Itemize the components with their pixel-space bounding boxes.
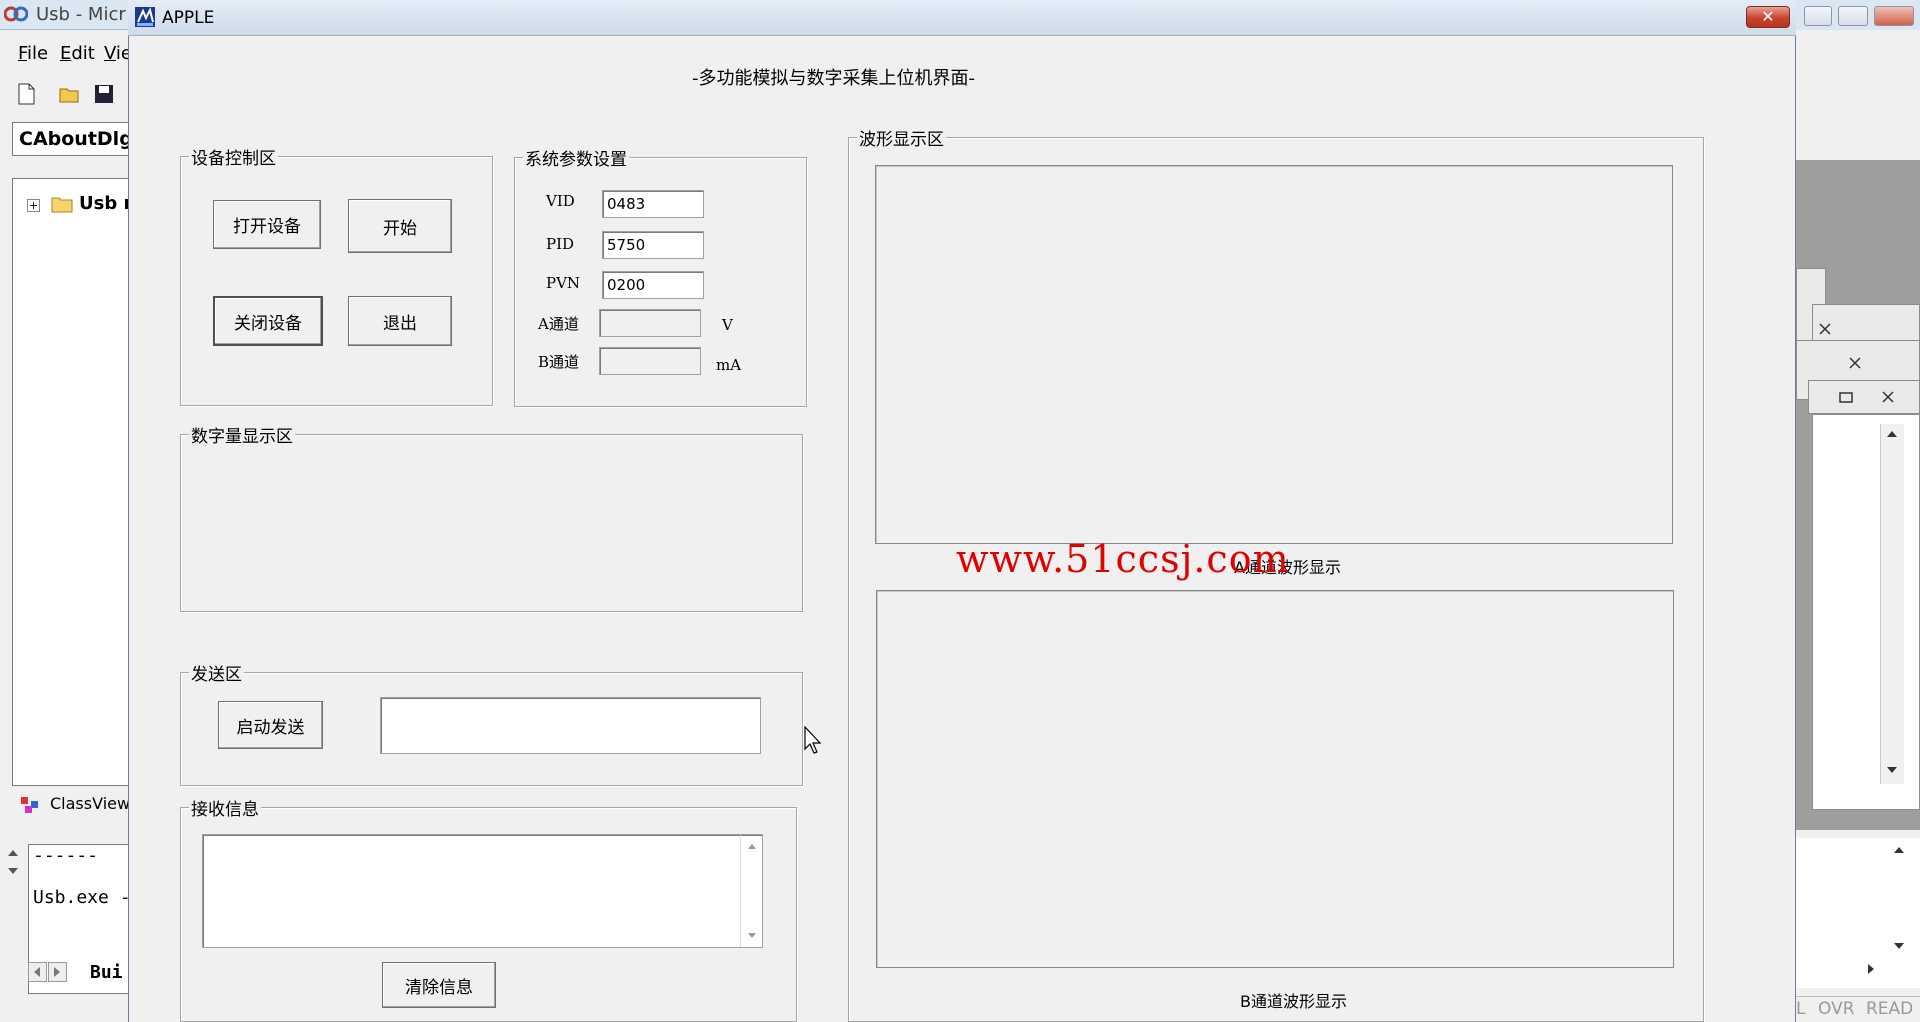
ide-restore-button[interactable] <box>1838 6 1868 26</box>
dialog-close-button[interactable]: ✕ <box>1746 6 1790 28</box>
folder-icon <box>51 197 73 213</box>
scroll-down-icon[interactable] <box>745 931 759 941</box>
tab-scroll-arrows-icon[interactable] <box>28 962 68 982</box>
tree-root-label[interactable]: Usb r <box>79 193 132 214</box>
receive-text-area[interactable] <box>202 834 763 948</box>
tree-expand-icon[interactable]: + <box>27 199 40 212</box>
b-channel-value-field[interactable] <box>599 347 701 375</box>
visual-studio-logo-icon <box>4 6 28 22</box>
start-button[interactable]: 开始 <box>348 199 452 253</box>
scroll-arrow-icon[interactable] <box>4 846 22 878</box>
main-heading: -多功能模拟与数字采集上位机界面- <box>692 68 975 89</box>
ide-statusbar: L OVR READ <box>1796 996 1920 1022</box>
mfc-app-icon <box>135 7 155 27</box>
send-label: 发送区 <box>189 660 244 685</box>
scroll-right-icon[interactable] <box>1864 962 1878 976</box>
ide-close-button[interactable] <box>1874 6 1914 26</box>
class-combo[interactable]: CAboutDlg <box>12 122 133 156</box>
pid-label: PID <box>546 235 575 253</box>
restore-icon[interactable] <box>1835 389 1857 405</box>
waveform-label: 波形显示区 <box>857 125 946 150</box>
output-line: Usb.exe - <box>33 887 131 908</box>
class-combo-value: CAboutDlg <box>19 128 133 150</box>
class-tree[interactable]: + Usb r <box>12 178 132 786</box>
watermark: www.51ccsj.com <box>956 537 1290 581</box>
scroll-up-icon[interactable] <box>745 841 759 851</box>
ide-titlebar-right <box>1796 0 1920 30</box>
pvn-input[interactable] <box>602 271 704 299</box>
dialog-title: APPLE <box>162 8 215 28</box>
a-channel-label: A通道 <box>538 315 579 333</box>
receive-label: 接收信息 <box>189 795 261 820</box>
scroll-up-icon[interactable] <box>1885 428 1899 440</box>
dialog-titlebar[interactable] <box>128 0 1796 36</box>
device-control-label: 设备控制区 <box>189 144 278 169</box>
open-folder-icon[interactable] <box>58 82 82 106</box>
classview-icon <box>21 797 38 813</box>
close-icon[interactable] <box>1877 389 1899 405</box>
vid-label: VID <box>546 192 575 210</box>
send-input[interactable] <box>380 697 761 754</box>
new-file-icon[interactable] <box>14 82 38 106</box>
pvn-label: PVN <box>546 274 581 292</box>
output-pane-right <box>1796 838 1920 988</box>
b-channel-plot <box>876 590 1674 968</box>
device-control-group: 设备控制区 <box>180 144 493 406</box>
system-params-label: 系统参数设置 <box>523 145 629 170</box>
a-channel-value-field[interactable] <box>599 309 701 337</box>
b-channel-caption: B通道波形显示 <box>1240 992 1347 1011</box>
output-tabs: Bui <box>28 958 128 988</box>
ide-toolbar <box>0 78 128 112</box>
menu-file[interactable]: File <box>18 43 48 64</box>
menu-edit[interactable]: Edit <box>60 43 95 64</box>
scroll-down-icon[interactable] <box>1885 764 1899 776</box>
mdi-vertical-scrollbar[interactable] <box>1880 424 1904 784</box>
digital-display-label: 数字量显示区 <box>189 422 295 447</box>
digital-display-group: 数字量显示区 <box>180 422 803 612</box>
status-ovr: OVR <box>1818 999 1855 1019</box>
save-icon[interactable] <box>92 82 116 106</box>
a-channel-unit: V <box>722 316 733 334</box>
classview-tab[interactable]: ClassView <box>12 790 131 820</box>
status-read: READ <box>1866 999 1914 1019</box>
b-channel-unit: mA <box>716 356 742 374</box>
ide-menubar: File Edit Vie <box>0 38 132 68</box>
pid-input[interactable] <box>602 231 704 259</box>
scroll-up-icon[interactable] <box>1892 844 1906 856</box>
classview-tab-label: ClassView <box>50 794 131 813</box>
exit-button[interactable]: 退出 <box>348 296 452 346</box>
output-tab-build[interactable]: Bui <box>90 962 123 983</box>
close-device-button[interactable]: 关闭设备 <box>213 296 323 346</box>
ide-minimize-button[interactable] <box>1804 6 1832 26</box>
b-channel-label: B通道 <box>538 353 580 371</box>
start-send-button[interactable]: 启动发送 <box>218 701 323 749</box>
status-line: L <box>1796 999 1806 1019</box>
scroll-down-icon[interactable] <box>1892 940 1906 952</box>
close-icon[interactable] <box>1815 321 1835 337</box>
receive-scrollbar[interactable] <box>740 835 762 947</box>
close-icon[interactable] <box>1845 355 1865 371</box>
open-device-button[interactable]: 打开设备 <box>213 200 321 249</box>
a-channel-plot <box>875 165 1673 544</box>
clear-info-button[interactable]: 清除信息 <box>382 962 496 1008</box>
stacked-window-4 <box>1808 380 1920 414</box>
ide-title: Usb - Micr <box>36 4 126 25</box>
mouse-cursor-icon <box>804 726 822 754</box>
output-dashes: ------ <box>33 845 99 866</box>
vid-input[interactable] <box>602 190 704 218</box>
